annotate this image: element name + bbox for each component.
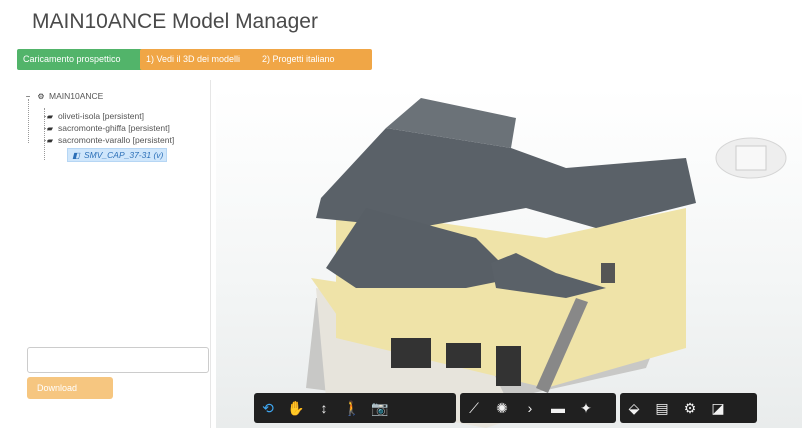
tree-root-label: MAIN10ANCE [49, 91, 104, 101]
model-icon: ◧ [72, 151, 80, 160]
building-door [496, 346, 521, 386]
tree-item[interactable]: ▰ sacromonte-varallo [persistent] [45, 134, 174, 146]
page-title: MAIN10ANCE Model Manager [32, 10, 318, 33]
measure-icon[interactable]: ⟋ [460, 393, 488, 423]
section-icon[interactable]: › [516, 393, 544, 423]
tree-item[interactable]: ▰ oliveti-isola [persistent] [45, 110, 144, 122]
structure-icon[interactable]: ⬙ [620, 393, 648, 423]
view-3d-button[interactable]: 1) Vedi il 3D dei modelli [140, 49, 262, 70]
pan-icon[interactable]: ✋ [282, 393, 310, 423]
fullscreen-icon[interactable]: ◪ [704, 393, 732, 423]
collapse-icon[interactable]: − [23, 91, 33, 103]
explode-icon[interactable]: ✺ [488, 393, 516, 423]
tree-line [28, 99, 29, 143]
filter-input[interactable] [27, 347, 209, 373]
tree-item-label: sacromonte-varallo [persistent] [58, 135, 175, 145]
model-tools-toolbar: ⟋ ✺ › ▬ ✦ [460, 393, 616, 423]
tree-item-label: sacromonte-ghiffa [persistent] [58, 123, 170, 133]
tree-item[interactable]: ▰ sacromonte-ghiffa [persistent] [45, 122, 170, 134]
globe-icon: ⚙ [37, 92, 45, 101]
building-model[interactable] [216, 88, 802, 428]
3d-viewer[interactable] [216, 88, 802, 428]
model-browser-icon[interactable]: ✦ [572, 393, 600, 423]
building-window [601, 263, 615, 283]
orbit-icon[interactable]: ⟲ [254, 393, 282, 423]
view-cube-face[interactable] [735, 145, 767, 171]
model-tree-panel: − ⚙ MAIN10ANCE ▰ oliveti-isola [persistent]… [17, 80, 211, 428]
dolly-icon[interactable]: ↕ [310, 393, 338, 423]
download-label: Download [37, 383, 78, 393]
tree-root[interactable]: − ⚙ MAIN10ANCE [23, 90, 104, 103]
database-icon: ▰ [46, 136, 54, 145]
tree-item-selected[interactable]: ◧ SMV_CAP_37-31 (v) [67, 148, 168, 162]
projects-button[interactable]: 2) Progetti italiano [256, 49, 372, 70]
properties-icon[interactable]: ▤ [648, 393, 676, 423]
download-button[interactable]: Download [27, 377, 113, 399]
navigation-toolbar: ⟲ ✋ ↕ 🚶 📷 [254, 393, 456, 423]
settings-icon[interactable]: ⚙ [676, 393, 704, 423]
camera-icon[interactable]: 📷 [366, 393, 394, 423]
tree-item-selected-label: SMV_CAP_37-31 (v) [84, 150, 164, 160]
walk-icon[interactable]: 🚶 [338, 393, 366, 423]
building-window [446, 343, 481, 368]
settings-toolbar: ⬙ ▤ ⚙ ◪ [620, 393, 757, 423]
folder-icon[interactable]: ▬ [544, 393, 572, 423]
building-window [391, 338, 431, 368]
tree-item-label: oliveti-isola [persistent] [58, 111, 144, 121]
caricamento-button[interactable]: Caricamento prospettico [17, 49, 147, 70]
